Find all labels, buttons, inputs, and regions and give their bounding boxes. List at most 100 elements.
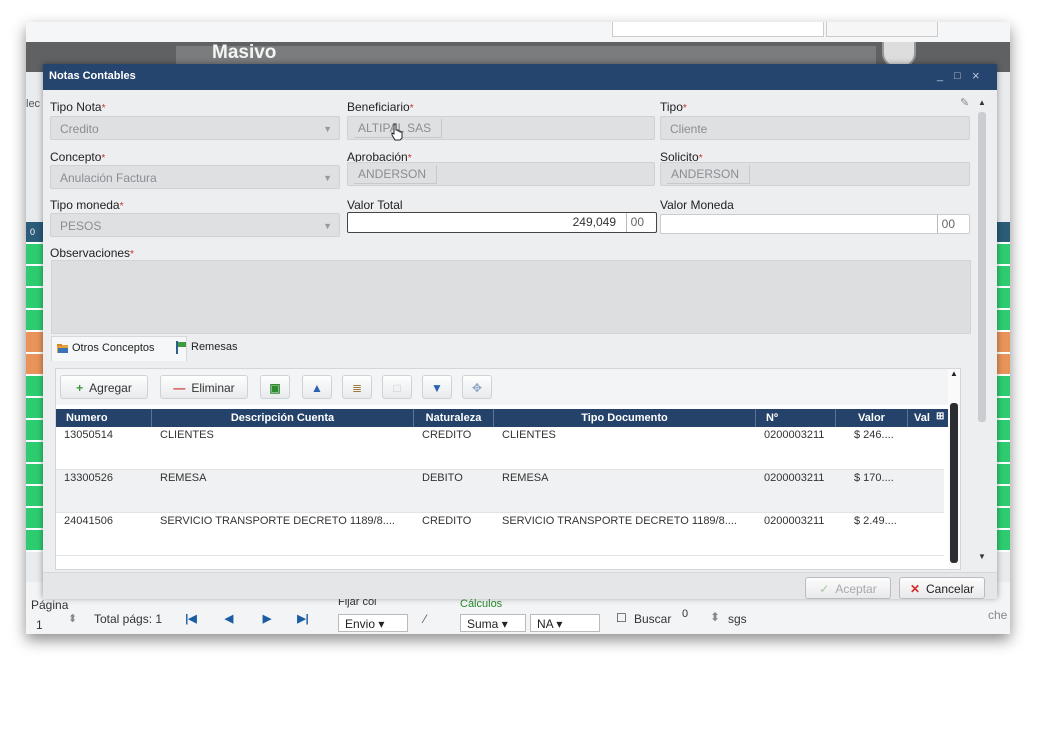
notas-contables-dialog: Notas Contables _ □ × Tipo Nota * Credito… (43, 64, 997, 599)
valor-total-label: Valor Total (347, 198, 403, 212)
tipo-moneda-select[interactable]: PESOS ▼ (50, 213, 340, 237)
col-descripcion[interactable]: Descripción Cuenta (152, 409, 414, 427)
bg-row-cell (26, 332, 44, 354)
folder-icon (57, 344, 68, 353)
bg-row-cell (996, 288, 1010, 310)
chevron-down-icon[interactable]: ▼ (323, 214, 332, 238)
observaciones-textarea[interactable] (51, 260, 971, 334)
cell-tipo-documento: REMESA (502, 472, 549, 484)
required-mark: * (682, 103, 687, 114)
excel-export-button[interactable]: ▣ (260, 375, 290, 399)
arrow-down-icon: ▼ (431, 381, 443, 395)
delete-button-label: Eliminar (191, 381, 235, 395)
buscar-spinner-icon[interactable]: ⬍ (710, 610, 720, 624)
table-row[interactable]: 13300526 REMESA DEBITO REMESA 0200003211… (56, 470, 944, 513)
delete-button[interactable]: — Eliminar (160, 375, 248, 399)
concepto-select[interactable]: Anulación Factura ▼ (50, 165, 340, 189)
chevron-down-icon[interactable]: ▼ (323, 117, 332, 141)
chevron-down-icon[interactable]: ▼ (323, 166, 332, 190)
envio-select[interactable]: Envio ▾ (338, 614, 408, 632)
col-naturaleza[interactable]: Naturaleza (414, 409, 494, 427)
bg-row-cell (26, 464, 44, 486)
buscar-checkbox[interactable]: ☐ (616, 611, 627, 625)
table-row[interactable]: 24041506 SERVICIO TRANSPORTE DECRETO 118… (56, 513, 944, 556)
tipo-field[interactable]: Cliente (660, 116, 970, 140)
tipo-nota-select[interactable]: Credito ▼ (50, 116, 340, 140)
cell-descripcion: REMESA (160, 472, 207, 484)
close-icon[interactable]: × (972, 68, 980, 83)
total-pages-label: Total págs: 1 (94, 612, 163, 626)
last-page-icon[interactable]: ▶| (294, 611, 312, 627)
grid-scroll-thumb[interactable] (950, 403, 958, 563)
minimize-icon[interactable]: _ (937, 70, 943, 82)
tipo-label: Tipo* (660, 100, 687, 114)
first-page-icon[interactable]: |◀ (182, 611, 200, 627)
cell-naturaleza: CREDITO (422, 429, 472, 441)
maximize-icon[interactable]: □ (954, 70, 961, 82)
valor-moneda-decimals[interactable]: 00 (936, 215, 955, 233)
edit-icon[interactable]: ✎ (960, 96, 969, 109)
cancel-button[interactable]: ✕ Cancelar (899, 577, 985, 599)
column-chooser-icon[interactable]: ⊞ (936, 411, 944, 422)
suma-select[interactable]: Suma ▾ (460, 614, 526, 632)
col-valor[interactable]: Valor (836, 409, 908, 427)
otros-conceptos-panel: + Agregar — Eliminar ▣ ▲ ≣ □ ▼ ✥ Numero De… (55, 368, 961, 570)
tab-otros-conceptos[interactable]: Otros Conceptos (51, 336, 187, 361)
add-button[interactable]: + Agregar (60, 375, 148, 399)
bg-row-cell (996, 332, 1010, 354)
grid-scrollbar[interactable]: ▲ (948, 369, 960, 569)
plus-icon: + (76, 381, 84, 395)
na-select[interactable]: NA ▾ (530, 614, 600, 632)
bg-top-button[interactable] (826, 22, 938, 37)
bg-row-cell (996, 508, 1010, 530)
scroll-up-icon[interactable]: ▲ (950, 369, 958, 378)
bg-right-row-strip (996, 222, 1010, 562)
aprobacion-field[interactable]: ANDERSON (347, 162, 655, 186)
beneficiario-field[interactable]: ALTIPAL SAS (347, 116, 655, 141)
move-up-button[interactable]: ▲ (302, 375, 332, 399)
cell-n: 0200003211 (764, 429, 825, 441)
next-page-icon[interactable]: ▶ (258, 611, 276, 627)
calculos-label: Cálculos (460, 598, 503, 610)
beneficiario-label: Beneficiario* (347, 100, 414, 114)
page-number[interactable]: 1 (36, 618, 43, 632)
accept-button[interactable]: ✓ Aceptar (805, 577, 891, 599)
dialog-title-bar[interactable]: Notas Contables _ □ × (43, 64, 997, 90)
screenshot-frame: Masivo lec 0 Página 1 ⬍ Total págs: 1 |◀… (26, 22, 1010, 634)
prev-page-icon[interactable]: ◀ (220, 611, 238, 627)
placeholder-icon: □ (393, 381, 401, 395)
valor-total-decimals[interactable]: 00 (625, 213, 644, 232)
scroll-down-icon[interactable]: ▼ (978, 552, 986, 561)
bg-row-cell (996, 310, 1010, 332)
tipo-nota-label-text: Tipo Nota (50, 100, 102, 114)
grid-header: Numero Descripción Cuenta Naturaleza Tip… (56, 409, 960, 427)
bg-search-input[interactable] (612, 22, 824, 37)
valor-total-value: 249,049 (572, 215, 616, 229)
cell-valor: $ 170.... (854, 472, 894, 484)
valor-moneda-field[interactable]: 00 (660, 214, 970, 234)
bg-row-cell (26, 420, 44, 442)
cell-valor: $ 2.49.... (854, 515, 897, 527)
table-row[interactable]: 13050514 CLIENTES CREDITO CLIENTES 02000… (56, 427, 944, 470)
move-down-button[interactable]: ▼ (422, 375, 452, 399)
col-n[interactable]: Nº (756, 409, 836, 427)
solicito-value: ANDERSON (667, 165, 751, 184)
solicito-field[interactable]: ANDERSON (660, 162, 970, 186)
page-spinner-icon[interactable]: ⬍ (68, 612, 77, 625)
dialog-scroll-thumb[interactable] (978, 112, 986, 422)
pencil-icon[interactable]: ⁄ (424, 612, 426, 626)
disabled-button[interactable]: □ (382, 375, 412, 399)
na-value: NA (537, 617, 554, 631)
move-button[interactable]: ✥ (462, 375, 492, 399)
valor-total-field[interactable]: 249,049 00 (347, 212, 657, 233)
bg-row-cell (26, 442, 44, 464)
dialog-scrollbar[interactable]: ▲ ▼ (978, 98, 988, 592)
tab-remesas[interactable]: Remesas (171, 336, 277, 360)
buscar-count: 0 (682, 608, 689, 620)
col-tipo-documento[interactable]: Tipo Documento (494, 409, 756, 427)
col-numero[interactable]: Numero (56, 409, 152, 427)
concepto-label-text: Concepto (50, 150, 102, 164)
stack-button[interactable]: ≣ (342, 375, 372, 399)
bg-row-cell (996, 222, 1010, 244)
scroll-up-icon[interactable]: ▲ (978, 98, 986, 107)
